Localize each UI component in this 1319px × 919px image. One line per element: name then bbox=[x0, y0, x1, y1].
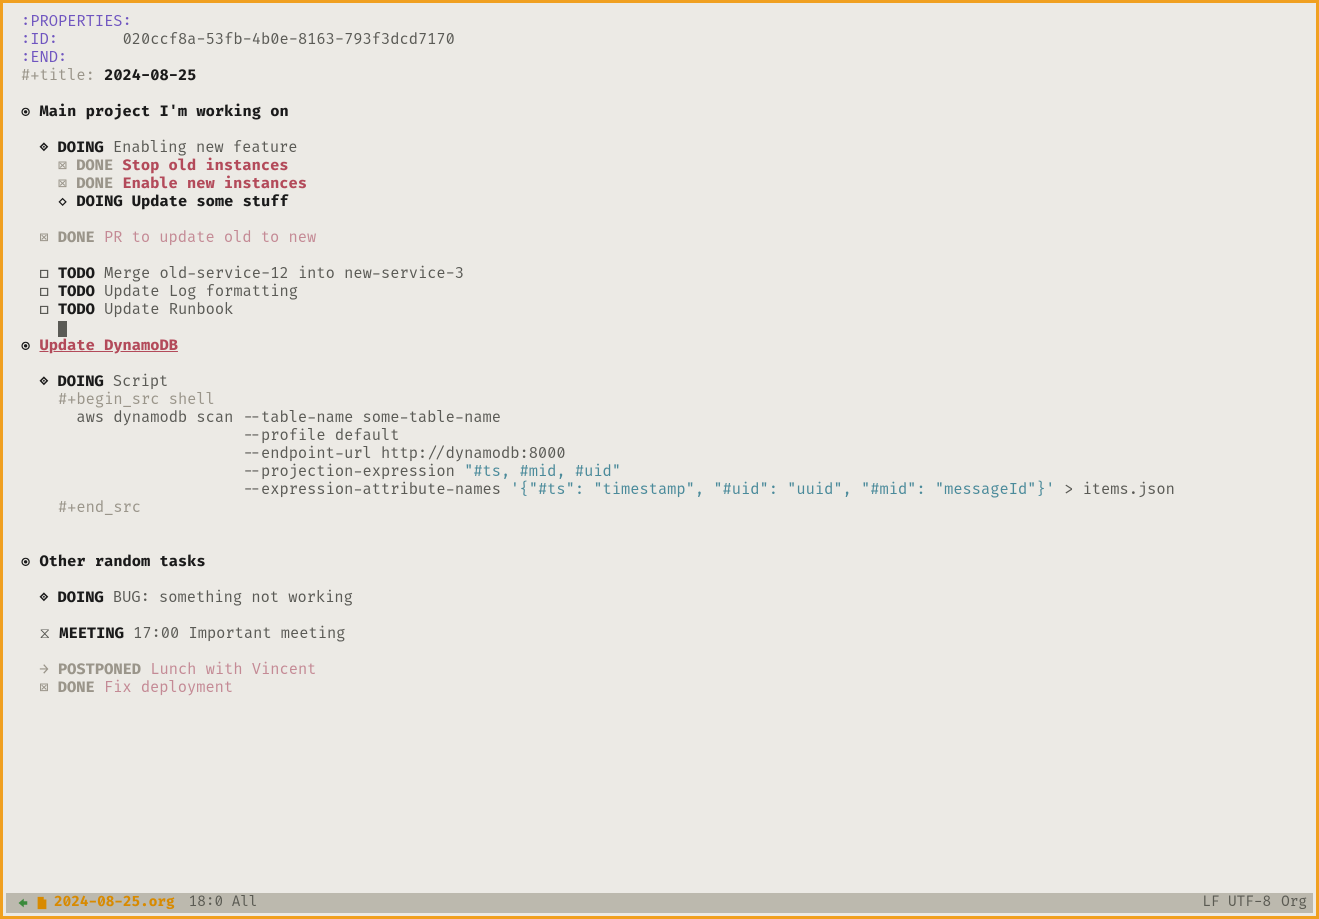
file-icon bbox=[34, 895, 50, 911]
task-stop-old: Stop old instances bbox=[122, 156, 288, 175]
kw-todo: TODO bbox=[58, 282, 95, 301]
task-runbook: Update Runbook bbox=[104, 300, 233, 319]
task-enable-new: Enable new instances bbox=[122, 174, 307, 193]
heading-main: Main project I'm working on bbox=[39, 102, 288, 121]
kw-doing: DOING bbox=[58, 138, 104, 157]
modeline-right: LF UTF-8 Org bbox=[1202, 893, 1307, 913]
kw-done: DONE bbox=[76, 174, 113, 193]
modeline-position: 18:0 All bbox=[189, 893, 258, 913]
modeline-mode: Org bbox=[1281, 893, 1307, 913]
src-line: > items.json bbox=[1055, 480, 1175, 499]
kw-done: DONE bbox=[76, 156, 113, 175]
src-string: "#ts, #mid, #uid" bbox=[464, 462, 621, 481]
properties-end: :END: bbox=[21, 48, 67, 67]
task-meeting: 17:00 Important meeting bbox=[133, 624, 345, 643]
task-fix-deploy: Fix deployment bbox=[104, 678, 233, 697]
kw-done: DONE bbox=[58, 678, 95, 697]
checkbox-todo-icon: ☐ bbox=[39, 264, 48, 283]
bullet-lvl2-icon: ◈ bbox=[39, 138, 48, 157]
checkbox-done-icon: ⊠ bbox=[58, 156, 67, 175]
task-bug: BUG: something not working bbox=[113, 588, 353, 607]
src-end: #+end_src bbox=[58, 498, 141, 517]
cursor bbox=[58, 321, 67, 337]
src-begin: #+begin_src shell bbox=[58, 390, 215, 409]
title-keyword: #+title: bbox=[21, 66, 95, 85]
checkbox-done-icon: ⊠ bbox=[39, 678, 48, 697]
modeline-left: 2024-08-25.org 18:0 All bbox=[14, 893, 258, 913]
modeline: 2024-08-25.org 18:0 All LF UTF-8 Org bbox=[6, 893, 1313, 913]
src-line: --endpoint-url http://dynamodb:8000 bbox=[243, 444, 566, 463]
kw-todo: TODO bbox=[58, 264, 95, 283]
bullet-lvl1-icon: ◉ bbox=[21, 102, 30, 121]
kw-doing: DOING bbox=[58, 372, 104, 391]
bullet-lvl1-icon: ◉ bbox=[21, 336, 30, 355]
bullet-lvl3-icon: ◇ bbox=[58, 192, 67, 211]
task-pr-update: PR to update old to new bbox=[104, 228, 316, 247]
bullet-lvl2-icon: ◈ bbox=[39, 588, 48, 607]
title-value: 2024-08-25 bbox=[104, 66, 196, 85]
modeline-filename[interactable]: 2024-08-25.org bbox=[54, 893, 175, 913]
hourglass-icon: ⧖ bbox=[39, 624, 50, 643]
kw-todo: TODO bbox=[58, 300, 95, 319]
src-line: --profile default bbox=[243, 426, 400, 445]
task-update-stuff: Update some stuff bbox=[132, 192, 289, 211]
bullet-lvl2-icon: ◈ bbox=[39, 372, 48, 391]
src-string: '{"#ts": "timestamp", "#uid": "uuid", "#… bbox=[510, 480, 1055, 499]
kw-done: DONE bbox=[58, 228, 95, 247]
src-line: --expression-attribute-names bbox=[243, 480, 511, 499]
editor-buffer[interactable]: :PROPERTIES: :ID: 020ccf8a-53fb-4b0e-816… bbox=[3, 3, 1316, 697]
kw-doing: DOING bbox=[76, 192, 122, 211]
back-arrow-icon[interactable] bbox=[14, 895, 30, 911]
checkbox-done-icon: ⊠ bbox=[39, 228, 48, 247]
id-label: :ID: bbox=[21, 30, 58, 49]
task-log-fmt: Update Log formatting bbox=[104, 282, 298, 301]
task-enabling: Enabling new feature bbox=[113, 138, 298, 157]
checkbox-done-icon: ⊠ bbox=[58, 174, 67, 193]
task-merge: Merge old-service-12 into new-service-3 bbox=[104, 264, 464, 283]
task-script: Script bbox=[113, 372, 168, 391]
modeline-encoding: LF UTF-8 bbox=[1202, 893, 1271, 913]
kw-postponed: POSTPONED bbox=[58, 660, 141, 679]
editor-frame: :PROPERTIES: :ID: 020ccf8a-53fb-4b0e-816… bbox=[0, 0, 1319, 919]
checkbox-todo-icon: ☐ bbox=[39, 300, 48, 319]
task-lunch: Lunch with Vincent bbox=[150, 660, 316, 679]
checkbox-todo-icon: ☐ bbox=[39, 282, 48, 301]
heading-other: Other random tasks bbox=[39, 552, 205, 571]
bullet-lvl1-icon: ◉ bbox=[21, 552, 30, 571]
kw-meeting: MEETING bbox=[59, 624, 124, 643]
arrow-icon: → bbox=[39, 660, 48, 679]
src-line: aws dynamodb scan --table-name some-tabl… bbox=[76, 408, 501, 427]
id-value: 020ccf8a-53fb-4b0e-8163-793f3dcd7170 bbox=[123, 30, 455, 49]
src-line: --projection-expression bbox=[243, 462, 465, 481]
heading-dynamodb[interactable]: Update DynamoDB bbox=[39, 336, 177, 355]
kw-doing: DOING bbox=[58, 588, 104, 607]
properties-begin: :PROPERTIES: bbox=[21, 12, 132, 31]
